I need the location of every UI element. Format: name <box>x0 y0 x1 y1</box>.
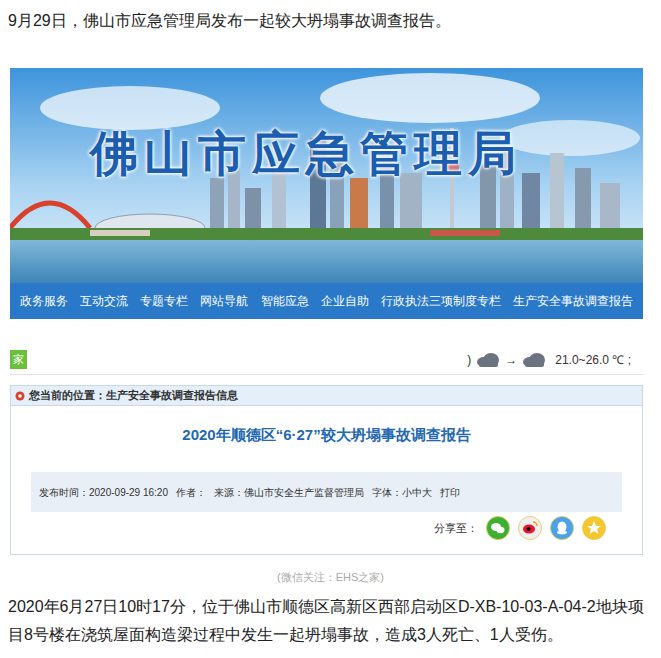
nav-item[interactable]: 智能应急 <box>261 292 309 310</box>
article-panel: 您当前的位置：生产安全事故调查报告信息 2020年顺德区“6·27”较大坍塌事故调… <box>10 385 643 555</box>
wechat-share-icon[interactable] <box>486 516 510 540</box>
share-row: 分享至： <box>11 516 642 540</box>
nav-item[interactable]: 网站导航 <box>200 292 248 310</box>
meta-field: 作者： <box>176 485 206 500</box>
home-tab[interactable]: 家 <box>10 350 27 369</box>
caption: (微信关注：EHS之家) <box>8 567 653 587</box>
qzone-share-icon[interactable] <box>582 516 606 540</box>
nav-gap <box>10 319 643 345</box>
nav-bar: 政务服务互动交流专题专栏网站导航智能应急企业自助行政执法三项制度专栏生产安全事故… <box>10 283 643 319</box>
site-title: 佛山市应急管理局 <box>90 126 522 182</box>
weibo-share-icon[interactable] <box>518 516 542 540</box>
nav-item[interactable]: 企业自助 <box>321 292 369 310</box>
meta-field: 打印 <box>440 485 460 500</box>
meta-field: 字体：小中大 <box>372 485 432 500</box>
article-title: 2020年顺德区“6·27”较大坍塌事故调查报告 <box>11 424 642 446</box>
info-row: 家 )→21.0~26.0 ℃ ; <box>10 345 643 375</box>
cloud-icon <box>521 352 547 368</box>
cloud-icon <box>475 352 501 368</box>
meta-field: 来源：佛山市安全生产监督管理局 <box>214 485 364 500</box>
weather: )→21.0~26.0 ℃ ; <box>467 351 643 369</box>
article-paragraph: 2020年6月27日10时17分，位于佛山市顺德区高新区西部启动区D-XB-10… <box>8 593 653 649</box>
site-banner: 佛山市应急管理局 <box>10 68 643 283</box>
website-screenshot: 佛山市应急管理局政务服务互动交流专题专栏网站导航智能应急企业自助行政执法三项制度… <box>10 68 643 555</box>
intro-text: 9月29日，佛山市应急管理局发布一起较大坍塌事故调查报告。 <box>8 0 653 32</box>
meta-field: 发布时间：2020-09-29 16:20 <box>39 485 168 500</box>
nav-item[interactable]: 行政执法三项制度专栏 <box>381 292 501 310</box>
page: 9月29日，佛山市应急管理局发布一起较大坍塌事故调查报告。佛山市应急管理局政务服… <box>0 0 661 658</box>
location-icon <box>15 391 25 401</box>
nav-item[interactable]: 专题专栏 <box>140 292 188 310</box>
meta-box: 发布时间：2020-09-29 16:20 作者： 来源：佛山市安全生产监督管理局字… <box>31 472 622 512</box>
qq-share-icon[interactable] <box>550 516 574 540</box>
nav-item[interactable]: 互动交流 <box>80 292 128 310</box>
nav-item[interactable]: 生产安全事故调查报告 <box>513 292 633 310</box>
breadcrumb: 您当前的位置：生产安全事故调查报告信息 <box>11 386 642 406</box>
nav-item[interactable]: 政务服务 <box>20 292 68 310</box>
